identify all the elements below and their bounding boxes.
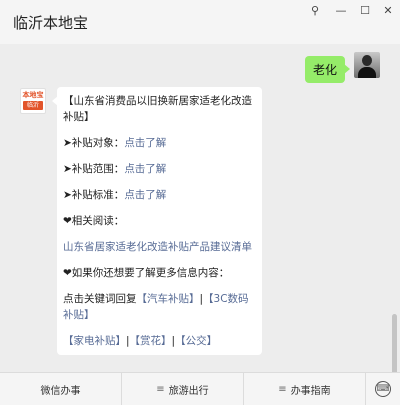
menu-travel[interactable]: ≡ 旅游出行 <box>122 373 244 405</box>
outgoing-bubble[interactable]: 老化 <box>304 56 351 83</box>
link-target[interactable]: 点击了解 <box>124 137 166 149</box>
close-icon[interactable]: ✕ <box>378 0 398 20</box>
keyword-car-subsidy[interactable]: 【汽车补贴】 <box>137 293 200 305</box>
chat-scrollbar[interactable] <box>392 314 397 372</box>
keyword-appliance-subsidy[interactable]: 【家电补贴】 <box>63 335 126 347</box>
link-scope[interactable]: 点击了解 <box>124 163 166 175</box>
keyword-line-1: 点击关键词回复【汽车补贴】|【3C数码补贴】 <box>63 293 249 321</box>
link-standard[interactable]: 点击了解 <box>124 189 166 201</box>
avatar-city-text: 临沂 <box>23 101 43 110</box>
keyword-bus[interactable]: 【公交】 <box>175 335 217 347</box>
outgoing-message: 老化 <box>304 52 380 83</box>
message-title: 【山东省消费品以旧换新居家适老化改造补贴】 <box>63 95 252 123</box>
account-avatar[interactable]: 本地宝 临沂 <box>20 88 46 114</box>
bottom-menu: 微信办事 ≡ 旅游出行 ≡ 办事指南 ⌨ <box>0 372 400 405</box>
incoming-bubble: 【山东省消费品以旧换新居家适老化改造补贴】 ➤补贴对象：点击了解 ➤补贴范围：点… <box>52 87 262 355</box>
keyword-line-2: 【家电补贴】|【赏花】|【公交】 <box>63 335 218 347</box>
keyboard-icon: ⌨ <box>375 381 391 397</box>
menu-icon: ≡ <box>156 383 165 395</box>
related-article-link[interactable]: 山东省居家适老化改造补贴产品建议清单 <box>63 239 256 255</box>
keyword-flowers[interactable]: 【赏花】 <box>130 335 172 347</box>
menu-icon: ≡ <box>278 383 287 395</box>
info-line-target: ➤补贴对象：点击了解 <box>63 137 167 149</box>
minimize-icon[interactable]: — <box>331 0 351 20</box>
menu-service-guide[interactable]: ≡ 办事指南 <box>244 373 366 405</box>
pin-icon[interactable]: ⚲ <box>305 0 325 20</box>
info-line-scope: ➤补贴范围：点击了解 <box>63 163 167 175</box>
related-label: ❤相关阅读： <box>63 215 125 227</box>
window-title: 临沂本地宝 <box>13 14 89 32</box>
maximize-icon[interactable]: ☐ <box>355 0 375 20</box>
menu-wechat-services[interactable]: 微信办事 <box>0 373 122 405</box>
keyboard-toggle-button[interactable]: ⌨ <box>366 373 400 405</box>
info-line-standard: ➤补贴标准：点击了解 <box>63 189 167 201</box>
more-info-label: ❤如果你还想要了解更多信息内容： <box>63 267 230 279</box>
avatar-brand-text: 本地宝 <box>22 91 44 99</box>
chat-area[interactable]: 老化 本地宝 临沂 【山东省消费品以旧换新居家适老化改造补贴】 ➤补贴对象：点击… <box>0 44 400 372</box>
user-avatar[interactable] <box>354 52 380 78</box>
title-bar: 临沂本地宝 ⚲ — ☐ ✕ <box>0 0 400 44</box>
